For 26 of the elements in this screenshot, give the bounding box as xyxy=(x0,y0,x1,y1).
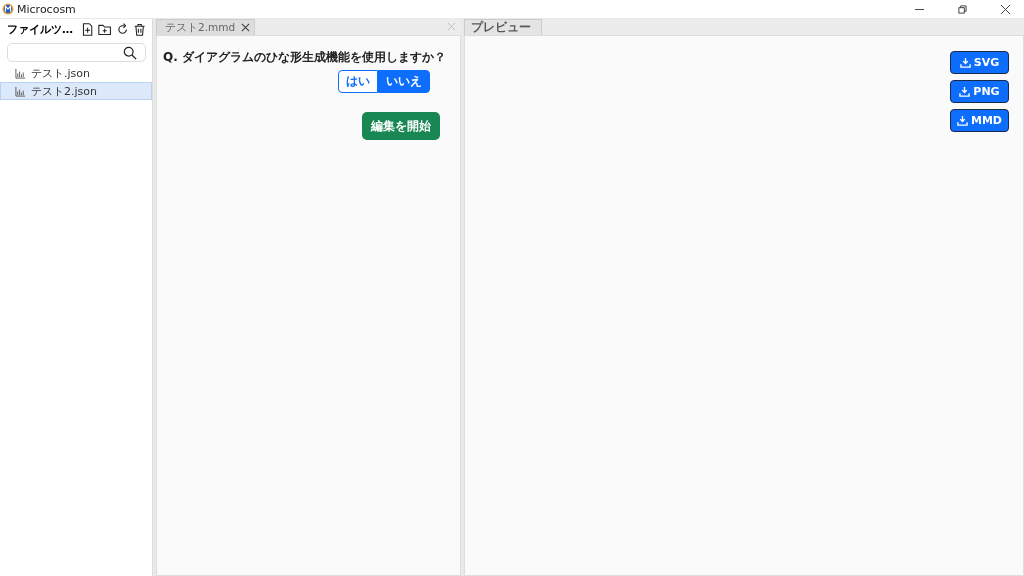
window-title: Microcosm xyxy=(17,2,76,16)
new-file-icon[interactable] xyxy=(81,21,95,37)
download-button[interactable]: PNG xyxy=(950,80,1009,103)
chart-file-icon xyxy=(15,67,26,79)
option-button[interactable]: いいえ xyxy=(378,70,430,93)
download-icon xyxy=(957,115,968,126)
refresh-icon[interactable] xyxy=(115,21,129,37)
start-edit-button[interactable]: 編集を開始 xyxy=(362,112,440,140)
restore-icon[interactable] xyxy=(958,4,967,14)
trash-icon[interactable] xyxy=(132,21,146,37)
download-button[interactable]: MMD xyxy=(950,109,1009,132)
search-field[interactable] xyxy=(7,43,146,62)
file-item[interactable]: テスト.json xyxy=(0,64,152,82)
chart-file-icon xyxy=(15,85,26,97)
preview-tab[interactable]: プレビュー xyxy=(464,19,542,35)
option-button[interactable]: はい xyxy=(338,70,378,93)
editor-tab[interactable]: テスト2.mmd xyxy=(156,19,256,35)
download-icon xyxy=(959,86,971,97)
download-button[interactable]: SVG xyxy=(950,51,1009,74)
download-icon xyxy=(959,57,971,68)
close-tab-icon[interactable] xyxy=(241,23,251,32)
close-icon[interactable] xyxy=(1001,4,1010,14)
sidebar-title: ファイルツ… xyxy=(7,21,73,37)
file-item[interactable]: テスト2.json xyxy=(0,82,152,100)
question-text: Q. ダイアグラムのひな形生成機能を使用しますか？ xyxy=(163,49,447,66)
search-icon xyxy=(123,45,137,60)
